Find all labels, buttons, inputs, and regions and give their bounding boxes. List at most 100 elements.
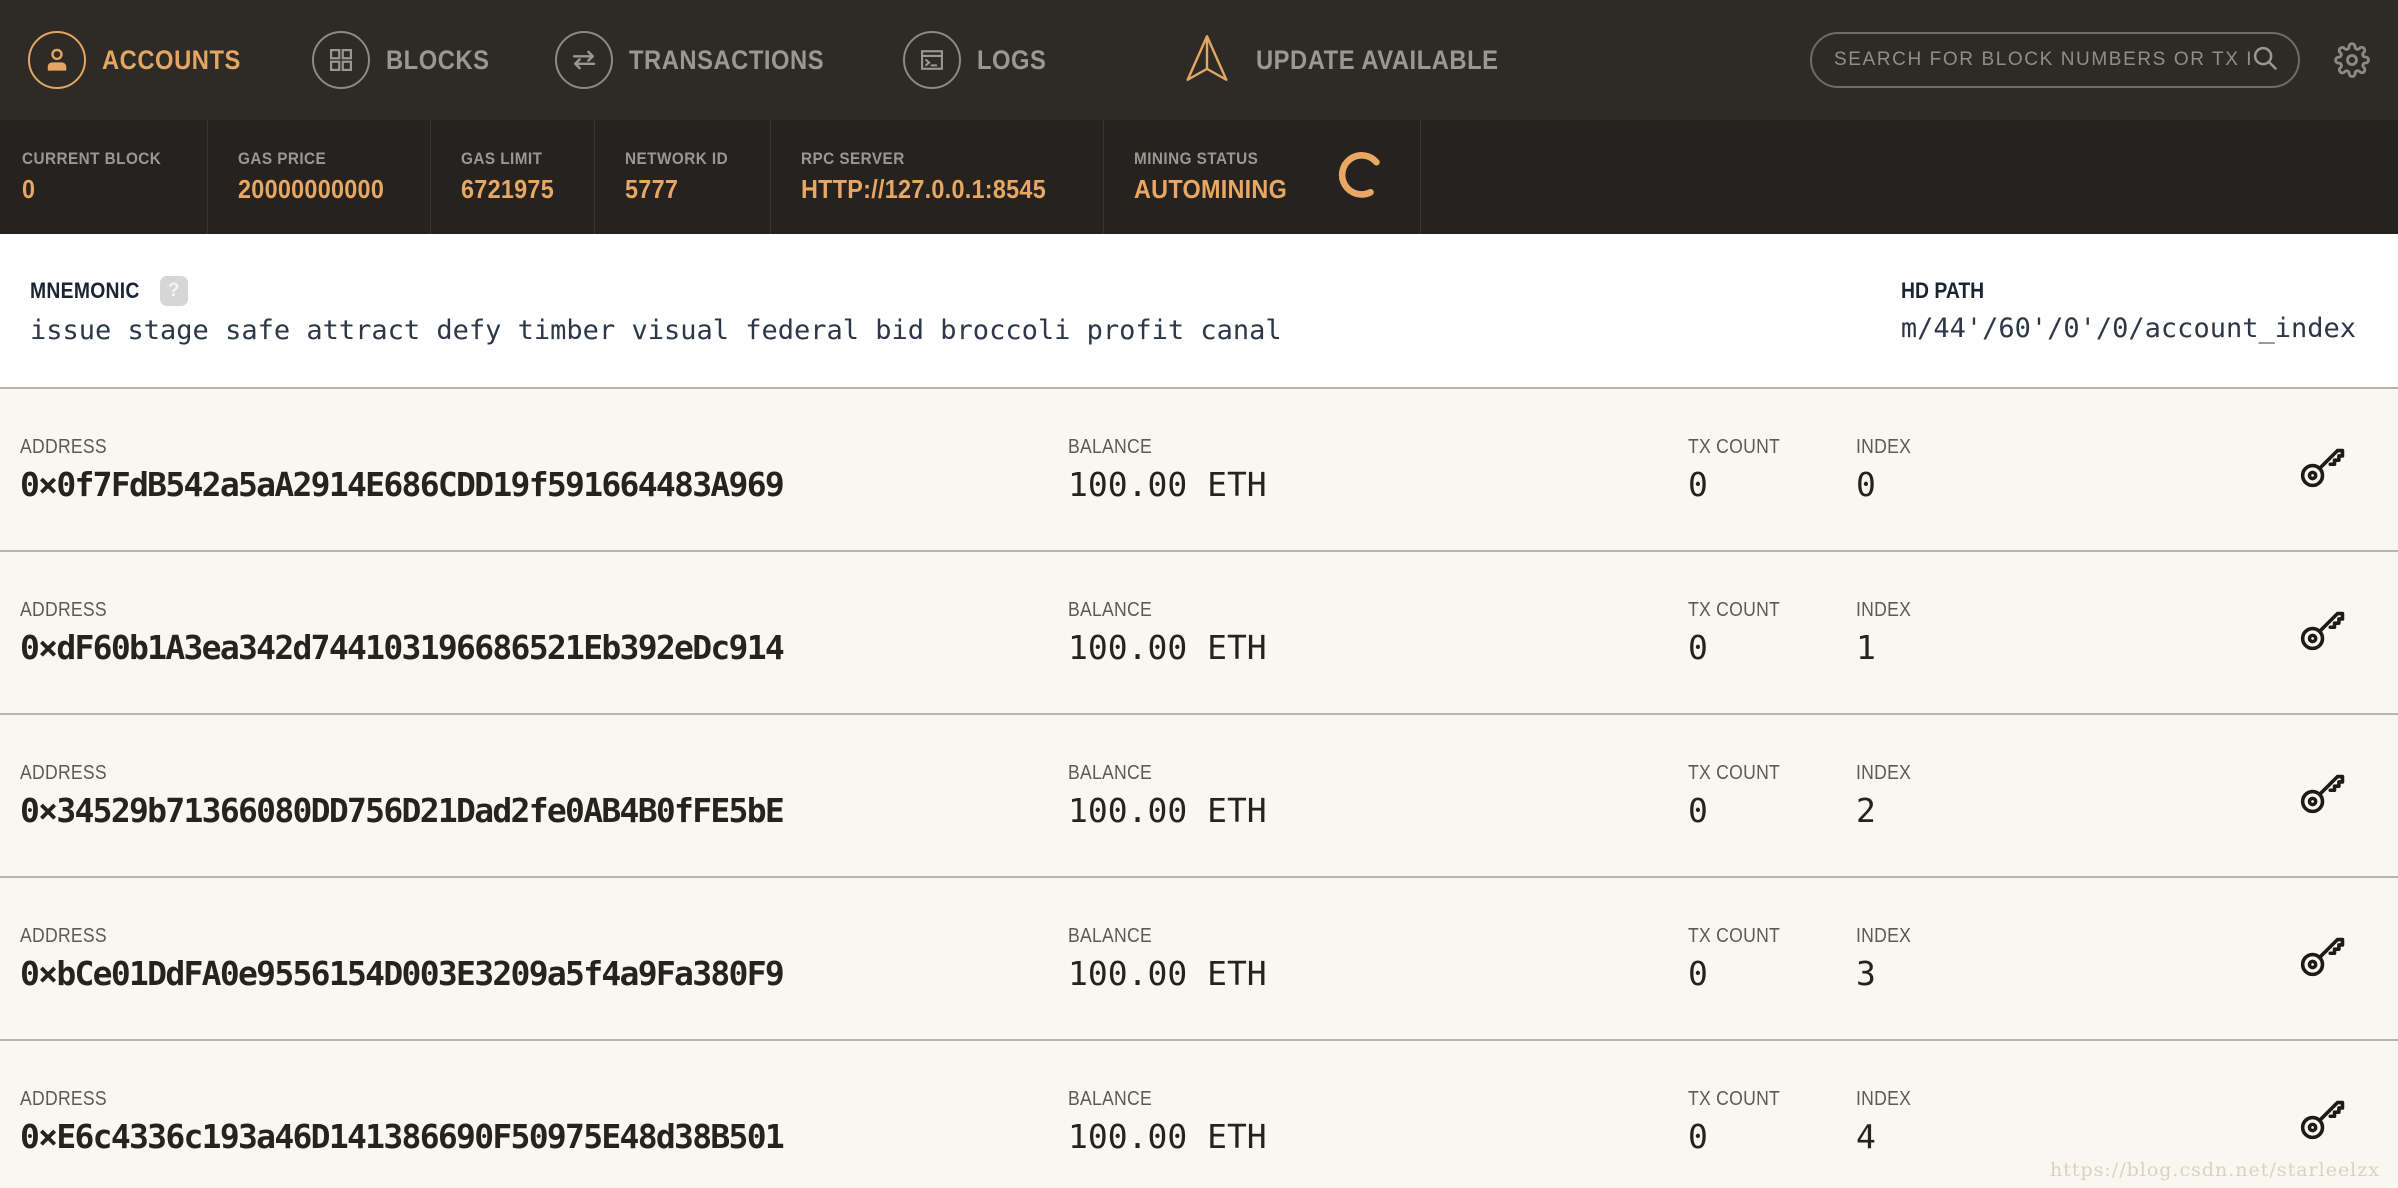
- table-row[interactable]: ADDRESS 0×34529b71366080DD756D21Dad2fe0A…: [0, 715, 2398, 878]
- status-mining-texts: MINING STATUS AUTOMINING: [1134, 149, 1304, 205]
- help-icon[interactable]: ?: [159, 275, 188, 306]
- status-label-gas-price: GAS PRICE: [237, 149, 327, 168]
- mnemonic-panel: MNEMONIC ? issue stage safe attract defy…: [0, 234, 2398, 389]
- key-icon[interactable]: [2296, 930, 2348, 987]
- column-label-balance: BALANCE: [1068, 761, 1153, 784]
- column-label-index: INDEX: [1856, 924, 1912, 947]
- column-label-balance: BALANCE: [1068, 924, 1153, 947]
- update-available-button[interactable]: UPDATE AVAILABLE: [1178, 29, 1532, 92]
- top-navigation-bar: ACCOUNTS BLOCKS TRANSACTIONS LOGS UPDATE…: [0, 0, 2398, 120]
- account-index-value: 0: [1856, 464, 1876, 504]
- account-txcount-value: 0: [1688, 627, 1708, 667]
- account-index-cell: INDEX 3: [1856, 925, 2036, 993]
- account-address-value: 0×bCe01DdFA0e9556154D003E3209a5f4a9Fa380…: [20, 953, 785, 993]
- column-label-index: INDEX: [1856, 761, 1912, 784]
- account-address-cell: ADDRESS 0×dF60b1A3ea342d744103196686521E…: [20, 599, 1068, 667]
- column-label-tx-count: TX COUNT: [1688, 761, 1781, 784]
- transactions-arrows-icon: [555, 31, 614, 89]
- column-label-index: INDEX: [1856, 435, 1912, 458]
- account-index-value: 1: [1856, 627, 1876, 667]
- show-key-button[interactable]: [2036, 767, 2364, 824]
- account-balance-value: 100.00 ETH: [1068, 1116, 1267, 1156]
- nav-items-group: ACCOUNTS BLOCKS TRANSACTIONS LOGS: [28, 31, 1108, 89]
- column-label-tx-count: TX COUNT: [1688, 598, 1781, 621]
- account-txcount-cell: TX COUNT 0: [1688, 436, 1856, 504]
- search-box[interactable]: [1810, 32, 2300, 88]
- account-balance-value: 100.00 ETH: [1068, 464, 1267, 504]
- account-balance-cell: BALANCE 100.00 ETH: [1068, 1088, 1688, 1156]
- status-network-id: NETWORK ID 5777: [625, 120, 772, 234]
- account-address-value: 0×dF60b1A3ea342d744103196686521Eb392eDc9…: [20, 627, 785, 667]
- account-index-cell: INDEX 4: [1856, 1088, 2036, 1156]
- hd-path-value: m/44'/60'/0'/0/account_index: [1900, 312, 2356, 344]
- column-label-address: ADDRESS: [20, 761, 107, 784]
- search-input[interactable]: [1834, 49, 2250, 71]
- account-index-value: 3: [1856, 953, 1876, 993]
- status-value-current-block: 0: [22, 174, 36, 204]
- mnemonic-header: MNEMONIC ?: [30, 275, 1901, 306]
- account-txcount-value: 0: [1688, 1116, 1708, 1156]
- gear-icon[interactable]: [2334, 42, 2370, 78]
- account-address-value: 0×34529b71366080DD756D21Dad2fe0AB4B0fFE5…: [20, 790, 785, 830]
- loading-spinner-icon: [1330, 145, 1390, 210]
- account-index-value: 4: [1856, 1116, 1876, 1156]
- mnemonic-words: issue stage safe attract defy timber vis…: [30, 314, 1282, 346]
- update-available-label: UPDATE AVAILABLE: [1256, 44, 1499, 75]
- nav-label-logs: LOGS: [977, 44, 1047, 75]
- account-txcount-cell: TX COUNT 0: [1688, 762, 1856, 830]
- account-index-value: 2: [1856, 790, 1876, 830]
- account-balance-value: 100.00 ETH: [1068, 627, 1267, 667]
- table-row[interactable]: ADDRESS 0×dF60b1A3ea342d744103196686521E…: [0, 552, 2398, 715]
- account-txcount-value: 0: [1688, 953, 1708, 993]
- account-balance-cell: BALANCE 100.00 ETH: [1068, 925, 1688, 993]
- column-label-address: ADDRESS: [20, 924, 107, 947]
- mnemonic-left: MNEMONIC ? issue stage safe attract defy…: [30, 275, 1901, 346]
- status-value-mining: AUTOMINING: [1134, 174, 1288, 204]
- accounts-list: ADDRESS 0×0f7FdB542a5aA2914E686CDD19f591…: [0, 389, 2398, 1188]
- key-icon[interactable]: [2296, 604, 2348, 661]
- account-balance-cell: BALANCE 100.00 ETH: [1068, 436, 1688, 504]
- status-label-gas-limit: GAS LIMIT: [461, 149, 543, 168]
- key-icon[interactable]: [2296, 441, 2348, 498]
- column-label-index: INDEX: [1856, 1087, 1912, 1110]
- status-gas-price: GAS PRICE 20000000000: [237, 120, 432, 234]
- show-key-button[interactable]: [2036, 604, 2364, 661]
- nav-item-accounts[interactable]: ACCOUNTS: [28, 31, 260, 89]
- account-address-cell: ADDRESS 0×0f7FdB542a5aA2914E686CDD19f591…: [20, 436, 1068, 504]
- column-label-balance: BALANCE: [1068, 1087, 1153, 1110]
- key-icon[interactable]: [2296, 767, 2348, 824]
- account-balance-cell: BALANCE 100.00 ETH: [1068, 599, 1688, 667]
- status-value-network-id: 5777: [625, 174, 679, 204]
- status-gas-limit: GAS LIMIT 6721975: [461, 120, 596, 234]
- account-txcount-cell: TX COUNT 0: [1688, 925, 1856, 993]
- status-value-rpc-server: HTTP://127.0.0.1:8545: [801, 174, 1047, 204]
- status-value-gas-limit: 6721975: [461, 174, 555, 204]
- key-icon[interactable]: [2296, 1093, 2348, 1150]
- search-icon[interactable]: [2250, 43, 2280, 78]
- account-address-cell: ADDRESS 0×bCe01DdFA0e9556154D003E3209a5f…: [20, 925, 1068, 993]
- column-label-address: ADDRESS: [20, 435, 107, 458]
- blocks-grid-icon: [311, 31, 370, 89]
- status-rpc-server: RPC SERVER HTTP://127.0.0.1:8545: [801, 120, 1105, 234]
- table-row[interactable]: ADDRESS 0×bCe01DdFA0e9556154D003E3209a5f…: [0, 878, 2398, 1041]
- column-label-tx-count: TX COUNT: [1688, 435, 1781, 458]
- hd-path-block: HD PATH m/44'/60'/0'/0/account_index: [1901, 278, 2366, 344]
- nav-label-transactions: TRANSACTIONS: [629, 44, 825, 75]
- terminal-window-icon: [903, 31, 962, 89]
- status-label-rpc-server: RPC SERVER: [801, 149, 905, 168]
- table-row[interactable]: ADDRESS 0×E6c4336c193a46D141386690F50975…: [0, 1041, 2398, 1188]
- nav-label-blocks: BLOCKS: [385, 44, 490, 75]
- nav-item-transactions[interactable]: TRANSACTIONS: [555, 31, 851, 89]
- account-index-cell: INDEX 2: [1856, 762, 2036, 830]
- nav-item-blocks[interactable]: BLOCKS: [311, 31, 504, 89]
- account-address-value: 0×E6c4336c193a46D141386690F50975E48d38B5…: [20, 1116, 785, 1156]
- show-key-button[interactable]: [2036, 1093, 2364, 1150]
- nav-item-logs[interactable]: LOGS: [903, 31, 1056, 89]
- account-txcount-cell: TX COUNT 0: [1688, 1088, 1856, 1156]
- show-key-button[interactable]: [2036, 930, 2364, 987]
- account-address-value: 0×0f7FdB542a5aA2914E686CDD19f591664483A9…: [20, 464, 785, 504]
- account-balance-value: 100.00 ETH: [1068, 790, 1267, 830]
- show-key-button[interactable]: [2036, 441, 2364, 498]
- table-row[interactable]: ADDRESS 0×0f7FdB542a5aA2914E686CDD19f591…: [0, 389, 2398, 552]
- status-bar: CURRENT BLOCK 0 GAS PRICE 20000000000 GA…: [0, 120, 2398, 234]
